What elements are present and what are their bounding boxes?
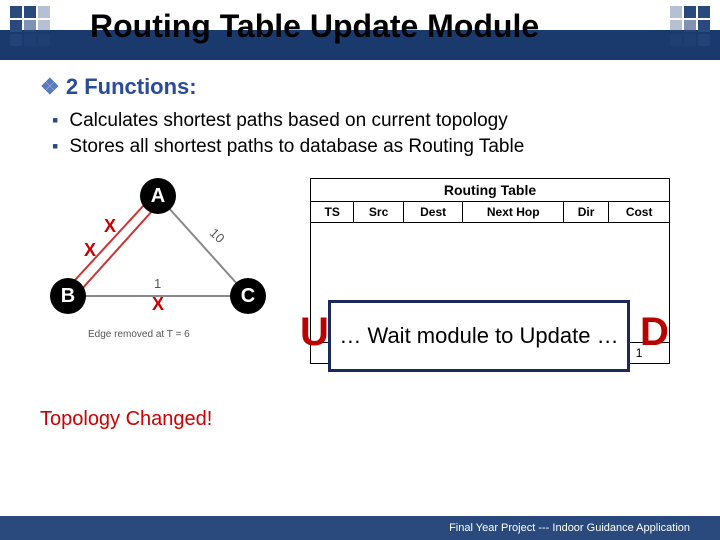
update-message-box: … Wait module to Update … [328, 300, 630, 372]
col-cost: Cost [609, 202, 670, 223]
col-nexthop: Next Hop [463, 202, 563, 223]
corner-deco-left [10, 6, 50, 46]
edge-label-bc: 1 [154, 276, 161, 291]
footer-text: Final Year Project --- Indoor Guidance A… [449, 522, 690, 534]
node-b: B [50, 278, 86, 314]
col-dest: Dest [403, 202, 463, 223]
topology-graph: A B C 10 1 X X X Edge removed at T = 6 [40, 178, 300, 338]
x-mark-bc: X [152, 294, 164, 315]
node-c: C [230, 278, 266, 314]
update-letter-right: D [640, 310, 669, 355]
node-a: A [140, 178, 176, 214]
bullet-item: Stores all shortest paths to database as… [74, 136, 680, 158]
title-bar: Routing Table Update Module [0, 0, 720, 60]
col-ts: TS [311, 202, 354, 223]
update-letter-left: U [300, 310, 329, 355]
col-src: Src [354, 202, 403, 223]
x-mark-ab1: X [104, 216, 116, 237]
table-title: Routing Table [311, 179, 670, 202]
footer-bar: Final Year Project --- Indoor Guidance A… [0, 504, 720, 540]
corner-deco-right [670, 6, 710, 46]
x-mark-ab2: X [84, 240, 96, 261]
bullet-list: Calculates shortest paths based on curre… [40, 110, 680, 158]
bullet-item: Calculates shortest paths based on curre… [74, 110, 680, 132]
col-dir: Dir [563, 202, 608, 223]
topology-changed-label: Topology Changed! [40, 408, 212, 431]
page-title: Routing Table Update Module [90, 8, 539, 45]
section-heading: 2 Functions: [40, 74, 680, 100]
graph-caption: Edge removed at T = 6 [88, 329, 190, 340]
